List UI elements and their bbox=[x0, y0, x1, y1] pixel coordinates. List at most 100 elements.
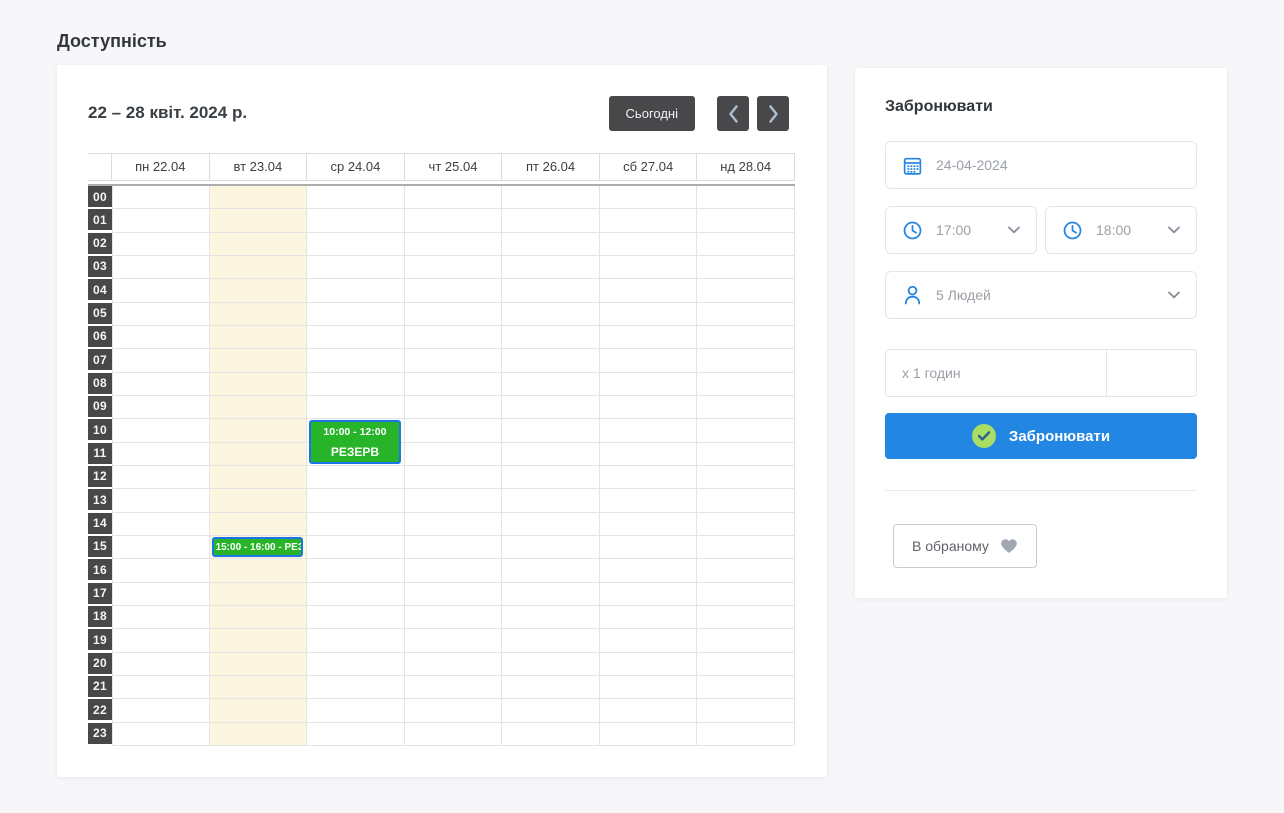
calendar-slot[interactable] bbox=[112, 536, 210, 559]
calendar-slot[interactable] bbox=[405, 396, 503, 419]
calendar-slot[interactable] bbox=[600, 629, 698, 652]
calendar-slot[interactable] bbox=[210, 699, 308, 722]
calendar-slot[interactable] bbox=[697, 349, 795, 372]
next-week-button[interactable] bbox=[757, 96, 789, 131]
calendar-slot[interactable] bbox=[210, 186, 308, 209]
calendar-slot[interactable] bbox=[405, 723, 503, 746]
calendar-slot[interactable] bbox=[210, 723, 308, 746]
calendar-slot[interactable] bbox=[210, 349, 308, 372]
calendar-slot[interactable] bbox=[307, 279, 405, 302]
calendar-slot[interactable] bbox=[112, 326, 210, 349]
calendar-slot[interactable] bbox=[697, 233, 795, 256]
add-to-favorites-button[interactable]: В обраному bbox=[893, 524, 1037, 568]
calendar-slot[interactable] bbox=[697, 419, 795, 442]
calendar-slot[interactable] bbox=[697, 723, 795, 746]
calendar-slot[interactable] bbox=[307, 349, 405, 372]
prev-week-button[interactable] bbox=[717, 96, 749, 131]
calendar-slot[interactable] bbox=[112, 256, 210, 279]
calendar-slot[interactable] bbox=[210, 606, 308, 629]
calendar-slot[interactable] bbox=[600, 676, 698, 699]
calendar-slot[interactable] bbox=[210, 419, 308, 442]
calendar-slot[interactable] bbox=[210, 653, 308, 676]
calendar-slot[interactable] bbox=[697, 629, 795, 652]
calendar-event[interactable]: 15:00 - 16:00 - РЕЗЕРВ bbox=[212, 537, 304, 557]
calendar-slot[interactable] bbox=[307, 699, 405, 722]
calendar-slot[interactable] bbox=[502, 653, 600, 676]
calendar-slot[interactable] bbox=[600, 303, 698, 326]
calendar-slot[interactable] bbox=[307, 583, 405, 606]
calendar-slot[interactable] bbox=[405, 233, 503, 256]
calendar-slot[interactable] bbox=[697, 653, 795, 676]
calendar-slot[interactable] bbox=[697, 699, 795, 722]
calendar-slot[interactable] bbox=[307, 326, 405, 349]
calendar-slot[interactable] bbox=[600, 723, 698, 746]
calendar-slot[interactable] bbox=[210, 396, 308, 419]
calendar-slot[interactable] bbox=[502, 256, 600, 279]
calendar-slot[interactable] bbox=[112, 513, 210, 536]
calendar-slot[interactable] bbox=[307, 513, 405, 536]
calendar-slot[interactable] bbox=[405, 653, 503, 676]
calendar-slot[interactable] bbox=[600, 326, 698, 349]
calendar-slot[interactable] bbox=[600, 186, 698, 209]
calendar-slot[interactable] bbox=[112, 723, 210, 746]
calendar-slot[interactable] bbox=[307, 489, 405, 512]
calendar-slot[interactable] bbox=[697, 559, 795, 582]
calendar-slot[interactable] bbox=[600, 443, 698, 466]
calendar-slot[interactable] bbox=[502, 466, 600, 489]
date-input[interactable]: 24-04-2024 bbox=[885, 141, 1197, 189]
calendar-slot[interactable] bbox=[697, 536, 795, 559]
calendar-slot[interactable] bbox=[697, 209, 795, 232]
calendar-slot[interactable] bbox=[697, 513, 795, 536]
calendar-slot[interactable] bbox=[697, 373, 795, 396]
calendar-slot[interactable] bbox=[502, 349, 600, 372]
calendar-slot[interactable] bbox=[210, 676, 308, 699]
calendar-slot[interactable] bbox=[502, 489, 600, 512]
calendar-slot[interactable] bbox=[307, 396, 405, 419]
calendar-slot[interactable] bbox=[210, 256, 308, 279]
calendar-slot[interactable] bbox=[502, 233, 600, 256]
calendar-slot[interactable] bbox=[502, 536, 600, 559]
calendar-slot[interactable] bbox=[600, 653, 698, 676]
calendar-slot[interactable] bbox=[210, 513, 308, 536]
calendar-slot[interactable] bbox=[502, 629, 600, 652]
calendar-slot[interactable] bbox=[307, 186, 405, 209]
calendar-slot[interactable] bbox=[405, 303, 503, 326]
calendar-slot[interactable] bbox=[697, 489, 795, 512]
start-time-select[interactable]: 17:00 bbox=[885, 206, 1037, 254]
calendar-slot[interactable] bbox=[112, 489, 210, 512]
calendar-slot[interactable] bbox=[210, 303, 308, 326]
calendar-slot[interactable] bbox=[600, 559, 698, 582]
calendar-slot[interactable] bbox=[307, 629, 405, 652]
calendar-slot[interactable] bbox=[112, 373, 210, 396]
calendar-slot[interactable] bbox=[112, 419, 210, 442]
calendar-slot[interactable] bbox=[405, 513, 503, 536]
calendar-slot[interactable] bbox=[697, 466, 795, 489]
calendar-slot[interactable] bbox=[405, 583, 503, 606]
calendar-slot[interactable] bbox=[112, 303, 210, 326]
calendar-slot[interactable] bbox=[600, 466, 698, 489]
calendar-slot[interactable] bbox=[307, 559, 405, 582]
calendar-slot[interactable] bbox=[697, 186, 795, 209]
calendar-slot[interactable] bbox=[600, 396, 698, 419]
calendar-slot[interactable] bbox=[600, 583, 698, 606]
calendar-slot[interactable] bbox=[307, 233, 405, 256]
calendar-slot[interactable] bbox=[502, 373, 600, 396]
calendar-slot[interactable] bbox=[210, 583, 308, 606]
book-button[interactable]: Забронювати bbox=[885, 413, 1197, 459]
calendar-slot[interactable] bbox=[112, 606, 210, 629]
calendar-slot[interactable] bbox=[502, 559, 600, 582]
calendar-slot[interactable] bbox=[210, 559, 308, 582]
calendar-slot[interactable] bbox=[502, 326, 600, 349]
calendar-slot[interactable] bbox=[600, 256, 698, 279]
calendar-slot[interactable] bbox=[405, 559, 503, 582]
calendar-slot[interactable] bbox=[210, 466, 308, 489]
calendar-slot[interactable] bbox=[307, 653, 405, 676]
calendar-slot[interactable] bbox=[405, 326, 503, 349]
calendar-slot[interactable] bbox=[502, 186, 600, 209]
calendar-slot[interactable] bbox=[210, 489, 308, 512]
calendar-slot[interactable] bbox=[697, 443, 795, 466]
calendar-slot[interactable] bbox=[112, 443, 210, 466]
calendar-slot[interactable] bbox=[405, 209, 503, 232]
calendar-slot[interactable] bbox=[600, 373, 698, 396]
calendar-slot[interactable] bbox=[600, 279, 698, 302]
